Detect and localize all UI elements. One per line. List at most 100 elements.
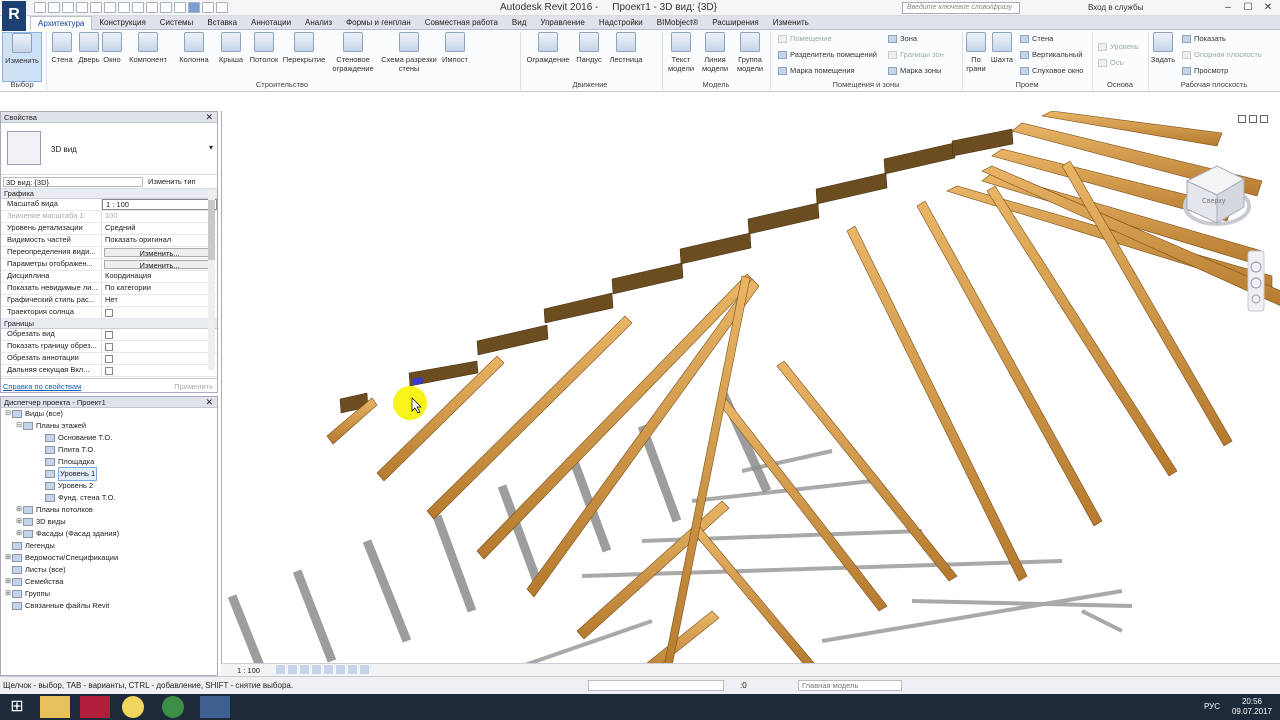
properties-scrollbar[interactable]	[208, 190, 215, 370]
ribbon-button-model-1[interactable]: Линия модели	[698, 32, 732, 73]
render-icon[interactable]	[324, 665, 333, 674]
ribbon-button-build-3[interactable]: Компонент	[124, 32, 172, 64]
property-value[interactable]	[102, 307, 217, 318]
property-value[interactable]: Нет	[102, 295, 217, 306]
undo-icon[interactable]	[76, 2, 88, 13]
file-explorer-icon[interactable]	[40, 696, 70, 718]
help-search-input[interactable]: Введите ключевое слово/фразу	[902, 2, 1020, 14]
ribbon-button-build-1[interactable]: Дверь	[78, 32, 100, 64]
tab-12[interactable]: Расширения	[705, 16, 766, 30]
ribbon-button-model-2[interactable]: Группа модели	[734, 32, 766, 73]
windows-start-icon[interactable]: ⊞	[2, 696, 32, 718]
tree-item[interactable]: Уровень 2	[1, 480, 217, 492]
chevron-down-icon[interactable]: ▾	[209, 143, 213, 152]
tree-item[interactable]: Основание Т.О.	[1, 432, 217, 444]
ribbon-button-build-6[interactable]: Потолок	[248, 32, 280, 64]
level-button[interactable]: Уровень	[1098, 42, 1139, 51]
tree-item[interactable]: Фунд. стена Т.О.	[1, 492, 217, 504]
ribbon-button-build-0[interactable]: Стена	[48, 32, 76, 64]
tree-item[interactable]: Связанные файлы Revit	[1, 600, 217, 612]
system-clock[interactable]: 20:56 09.07.2017	[1232, 697, 1272, 717]
media-icon[interactable]	[122, 696, 144, 718]
tree-toggle-icon[interactable]: ⊟	[15, 420, 23, 432]
room-button[interactable]: Помещение	[778, 34, 832, 43]
modify-button[interactable]: Изменить	[2, 32, 42, 82]
workset-select[interactable]	[588, 680, 724, 691]
dormer-button[interactable]: Слуховое окно	[1020, 66, 1083, 75]
tree-item[interactable]: ⊞ Ведомости/Спецификации	[1, 552, 217, 564]
app-menu-button[interactable]: R	[2, 1, 26, 31]
tab-13[interactable]: Изменить	[766, 16, 816, 30]
tab-1[interactable]: Конструкция	[92, 16, 152, 30]
ref-plane-button[interactable]: Опорная плоскость	[1182, 50, 1262, 59]
ribbon-button-circ-1[interactable]: Пандус	[574, 32, 604, 64]
tree-item[interactable]: ⊞ 3D виды	[1, 516, 217, 528]
checkbox[interactable]	[105, 343, 113, 351]
vertical-opening-button[interactable]: Вертикальный	[1020, 50, 1082, 59]
tree-item[interactable]: Плита Т.О.	[1, 444, 217, 456]
area-tag-button[interactable]: Марка зоны	[888, 66, 941, 75]
tab-4[interactable]: Аннотации	[244, 16, 298, 30]
tree-toggle-icon[interactable]: ⊞	[4, 576, 12, 588]
tree-toggle-icon[interactable]: ⊞	[15, 504, 23, 516]
design-option-select[interactable]: Главная модель	[798, 680, 902, 691]
tree-item[interactable]: Легенды	[1, 540, 217, 552]
redo-icon[interactable]	[90, 2, 102, 13]
ribbon-button-circ-0[interactable]: Ограждение	[524, 32, 572, 64]
property-value[interactable]: 1 : 100	[102, 199, 217, 210]
property-value[interactable]	[102, 353, 217, 364]
3d-viewport[interactable]: Сверху	[221, 111, 1280, 676]
minimize-icon[interactable]	[1238, 115, 1246, 123]
tree-item[interactable]: Площадка	[1, 456, 217, 468]
tab-9[interactable]: Управление	[533, 16, 591, 30]
tab-10[interactable]: Надстройки	[592, 16, 650, 30]
navigation-bar[interactable]	[1247, 250, 1265, 312]
tree-item[interactable]: ⊞ Семейства	[1, 576, 217, 588]
tree-toggle-icon[interactable]: ⊟	[4, 408, 12, 420]
close-icon[interactable]: ✕	[205, 397, 213, 408]
property-value[interactable]	[102, 365, 217, 376]
sun-path-icon[interactable]	[300, 665, 309, 674]
tree-item[interactable]: ⊞ Планы потолков	[1, 504, 217, 516]
instance-filter-select[interactable]: 3D вид: {3D}	[3, 177, 143, 187]
set-workplane-button[interactable]: Задать	[1150, 32, 1176, 64]
close-icon[interactable]	[1260, 115, 1268, 123]
ribbon-button-build-4[interactable]: Колонна	[174, 32, 214, 64]
shadows-icon[interactable]	[312, 665, 321, 674]
tree-toggle-icon[interactable]: ⊞	[15, 516, 23, 528]
ribbon-button-build-2[interactable]: Окно	[102, 32, 122, 64]
area-button[interactable]: Зона	[888, 34, 917, 43]
hide-icon[interactable]	[360, 665, 369, 674]
section-icon[interactable]	[174, 2, 186, 13]
ribbon-button-circ-2[interactable]: Лестница	[606, 32, 646, 64]
tree-toggle-icon[interactable]: ⊞	[4, 588, 12, 600]
tree-item[interactable]: Листы (все)	[1, 564, 217, 576]
property-value[interactable]	[102, 341, 217, 352]
viewer-button[interactable]: Просмотр	[1182, 66, 1228, 75]
sync-icon[interactable]	[62, 2, 74, 13]
property-value[interactable]	[102, 329, 217, 340]
grid-button[interactable]: Ось	[1098, 58, 1124, 67]
revit-taskbar-icon[interactable]	[200, 696, 230, 718]
switch-windows-icon[interactable]	[216, 2, 228, 13]
visual-style-icon[interactable]	[288, 665, 297, 674]
tree-toggle-icon[interactable]: ⊞	[15, 528, 23, 540]
lock-icon[interactable]	[348, 665, 357, 674]
checkbox[interactable]	[105, 331, 113, 339]
properties-help-link[interactable]: Справка по свойствам	[3, 382, 81, 391]
ribbon-button-build-10[interactable]: Импост	[440, 32, 470, 64]
ribbon-button-model-0[interactable]: Текст модели	[666, 32, 696, 73]
tree-item[interactable]: Уровень 1	[1, 467, 217, 481]
ribbon-button-build-9[interactable]: Схема разрезки стены	[380, 32, 438, 73]
area-boundary-button[interactable]: Границы зон	[888, 50, 944, 59]
ribbon-button-build-5[interactable]: Крыша	[216, 32, 246, 64]
tree-toggle-icon[interactable]: ⊞	[4, 552, 12, 564]
restore-icon[interactable]	[1249, 115, 1257, 123]
thin-lines-icon[interactable]	[188, 2, 200, 13]
show-workplane-button[interactable]: Показать	[1182, 34, 1226, 43]
shaft-button[interactable]: Шахта	[990, 32, 1014, 64]
edit-type-button[interactable]: Изменить тип	[148, 177, 196, 186]
scroll-thumb[interactable]	[208, 200, 215, 260]
view-scale[interactable]: 1 : 100	[237, 666, 260, 675]
open-icon[interactable]	[34, 2, 46, 13]
